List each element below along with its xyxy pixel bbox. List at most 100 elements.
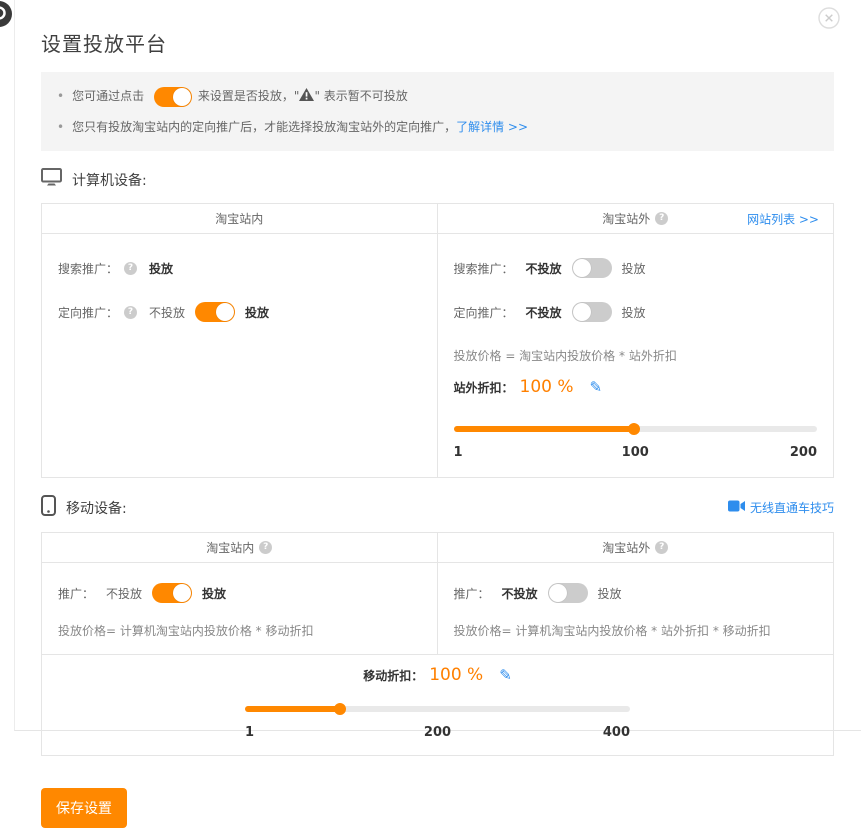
computer-panel: 淘宝站内 淘宝站外 网站列表 >> 搜索推广： 投放 定向推广： 不投放: [41, 203, 834, 478]
on-state-label: 投放: [622, 304, 646, 321]
mobile-onsite-promo-toggle[interactable]: [152, 583, 192, 603]
toggle-knob: [549, 584, 567, 602]
notice-text: 您可通过点击: [72, 89, 144, 103]
on-state-label: 投放: [202, 585, 226, 602]
toggle-knob: [216, 303, 234, 321]
warning-triangle-icon: [299, 90, 314, 104]
offsite-discount-value: 100 %: [520, 377, 574, 397]
computer-offsite-targeted-row: 定向推广： 不投放 投放: [454, 299, 818, 325]
mobile-offsite-promo-toggle[interactable]: [548, 583, 588, 603]
mobile-panel-header: 淘宝站内 淘宝站外: [42, 533, 833, 563]
mobile-offsite-formula: 投放价格= 计算机淘宝站内投放价格 * 站外折扣 * 移动折扣: [454, 622, 818, 640]
off-state-label: 不投放: [149, 304, 185, 321]
bullet-dot: [57, 112, 64, 142]
slider-mid-label: 100: [622, 445, 649, 460]
help-icon[interactable]: [655, 541, 668, 554]
notice-box: 您可通过点击 来设置是否投放，"" 表示暂不可投放 您只有投放淘宝站内的定向推广…: [41, 72, 834, 151]
computer-onsite-targeted-row: 定向推广： 不投放 投放: [58, 299, 421, 325]
slider-mid-label: 200: [424, 725, 451, 740]
search-promo-label: 搜索推广：: [58, 260, 118, 277]
on-state-label: 投放: [245, 304, 269, 321]
site-list-link[interactable]: 网站列表 >>: [747, 210, 819, 227]
computer-offsite-targeted-toggle[interactable]: [572, 302, 612, 322]
on-state-label: 投放: [622, 260, 646, 277]
offsite-price-formula: 投放价格 = 淘宝站内投放价格 * 站外折扣: [454, 347, 818, 365]
page-title: 设置投放平台: [41, 0, 834, 57]
wireless-tips-label: 无线直通车技巧: [750, 499, 834, 516]
slider-handle[interactable]: [628, 423, 640, 435]
toggle-knob: [573, 259, 591, 277]
header-label: 淘宝站外: [602, 210, 650, 227]
header-label: 淘宝站内: [206, 539, 254, 556]
header-label: 淘宝站外: [602, 539, 650, 556]
help-icon[interactable]: [259, 541, 272, 554]
toggle-knob: [173, 584, 191, 602]
close-icon[interactable]: [817, 6, 841, 30]
mobile-panel-body: 推广： 不投放 投放 投放价格= 计算机淘宝站内投放价格 * 移动折扣 推广： …: [42, 563, 833, 654]
offsite-discount-label: 站外折扣：: [454, 379, 514, 396]
slider-fill: [245, 706, 340, 712]
notice-text: 您只有投放淘宝站内的定向推广后，才能选择投放淘宝站外的定向推广，: [72, 120, 456, 134]
mobile-section-title: 移动设备:: [66, 498, 127, 518]
edit-pencil-icon[interactable]: [499, 666, 512, 684]
mobile-discount-label: 移动折扣：: [363, 667, 423, 684]
mobile-phone-icon: [41, 495, 56, 520]
mobile-slider-wrap: 1 200 400: [245, 699, 630, 743]
slider-handle[interactable]: [334, 703, 346, 715]
toggle-knob: [573, 303, 591, 321]
header-label: 淘宝站内: [215, 210, 263, 227]
slider-track[interactable]: [245, 706, 630, 712]
set-platform-dialog: 设置投放平台 您可通过点击 来设置是否投放，"" 表示暂不可投放 您只有投放淘宝…: [14, 0, 861, 731]
computer-onsite-search-row: 搜索推广： 投放: [58, 255, 421, 281]
help-icon[interactable]: [124, 306, 137, 319]
off-state-label: 不投放: [106, 585, 142, 602]
notice-text: 来设置是否投放，": [198, 89, 300, 103]
mobile-discount-slider[interactable]: [245, 699, 630, 719]
computer-offsite-search-toggle[interactable]: [572, 258, 612, 278]
on-state-label: 投放: [598, 585, 622, 602]
notice-line-1: 您可通过点击 来设置是否投放，"" 表示暂不可投放: [57, 81, 818, 112]
video-camera-icon: [728, 500, 745, 515]
mobile-onsite-formula: 投放价格= 计算机淘宝站内投放价格 * 移动折扣: [58, 622, 421, 640]
search-promo-label: 搜索推广：: [454, 260, 514, 277]
computer-onsite-targeted-toggle[interactable]: [195, 302, 235, 322]
off-state-label: 不投放: [526, 304, 562, 321]
mobile-discount-area: 移动折扣： 100 % 1 200 400: [42, 654, 833, 755]
learn-more-link[interactable]: 了解详情 >>: [456, 120, 528, 134]
mobile-slider-labels: 1 200 400: [245, 725, 630, 743]
computer-panel-header: 淘宝站内 淘宝站外 网站列表 >>: [42, 204, 833, 234]
computer-section-title: 计算机设备:: [72, 170, 147, 190]
computer-onsite-cell: 搜索推广： 投放 定向推广： 不投放 投放: [42, 234, 438, 477]
targeted-promo-label: 定向推广：: [58, 304, 118, 321]
computer-panel-body: 搜索推广： 投放 定向推广： 不投放 投放 搜索推广： 不投放 投放: [42, 234, 833, 477]
bullet-dot: [57, 81, 64, 111]
computer-offsite-cell: 搜索推广： 不投放 投放 定向推广： 不投放 投放 投放价格 = 淘宝站内投放价…: [438, 234, 834, 477]
computer-offsite-search-row: 搜索推广： 不投放 投放: [454, 255, 818, 281]
promo-label: 推广：: [454, 585, 490, 602]
save-settings-button[interactable]: 保存设置: [41, 788, 127, 828]
mobile-offsite-cell: 推广： 不投放 投放 投放价格= 计算机淘宝站内投放价格 * 站外折扣 * 移动…: [438, 563, 834, 654]
corner-badge-icon: [0, 1, 12, 27]
targeted-promo-label: 定向推广：: [454, 304, 514, 321]
mobile-panel: 淘宝站内 淘宝站外 推广： 不投放 投放 投放价格= 计算机淘宝站内投放价格 *…: [41, 532, 834, 756]
offsite-discount-slider[interactable]: [454, 419, 818, 439]
mobile-onsite-cell: 推广： 不投放 投放 投放价格= 计算机淘宝站内投放价格 * 移动折扣: [42, 563, 438, 654]
wireless-tips-link[interactable]: 无线直通车技巧: [728, 499, 834, 516]
toggle-knob: [173, 88, 191, 106]
help-icon[interactable]: [124, 262, 137, 275]
mobile-discount-line: 移动折扣： 100 %: [58, 665, 817, 685]
computer-section-header: 计算机设备:: [41, 168, 834, 191]
edit-pencil-icon[interactable]: [590, 378, 603, 396]
slider-min-label: 1: [245, 725, 254, 740]
mobile-offsite-promo-row: 推广： 不投放 投放: [454, 580, 818, 606]
off-state-label: 不投放: [502, 585, 538, 602]
offsite-slider-labels: 1 100 200: [454, 445, 818, 463]
slider-min-label: 1: [454, 445, 463, 460]
computer-onsite-header: 淘宝站内: [42, 204, 438, 233]
computer-icon: [41, 168, 62, 191]
computer-offsite-header: 淘宝站外 网站列表 >>: [438, 204, 834, 233]
example-toggle: [154, 87, 192, 107]
help-icon[interactable]: [655, 212, 668, 225]
promo-label: 推广：: [58, 585, 94, 602]
mobile-onsite-header: 淘宝站内: [42, 533, 438, 562]
